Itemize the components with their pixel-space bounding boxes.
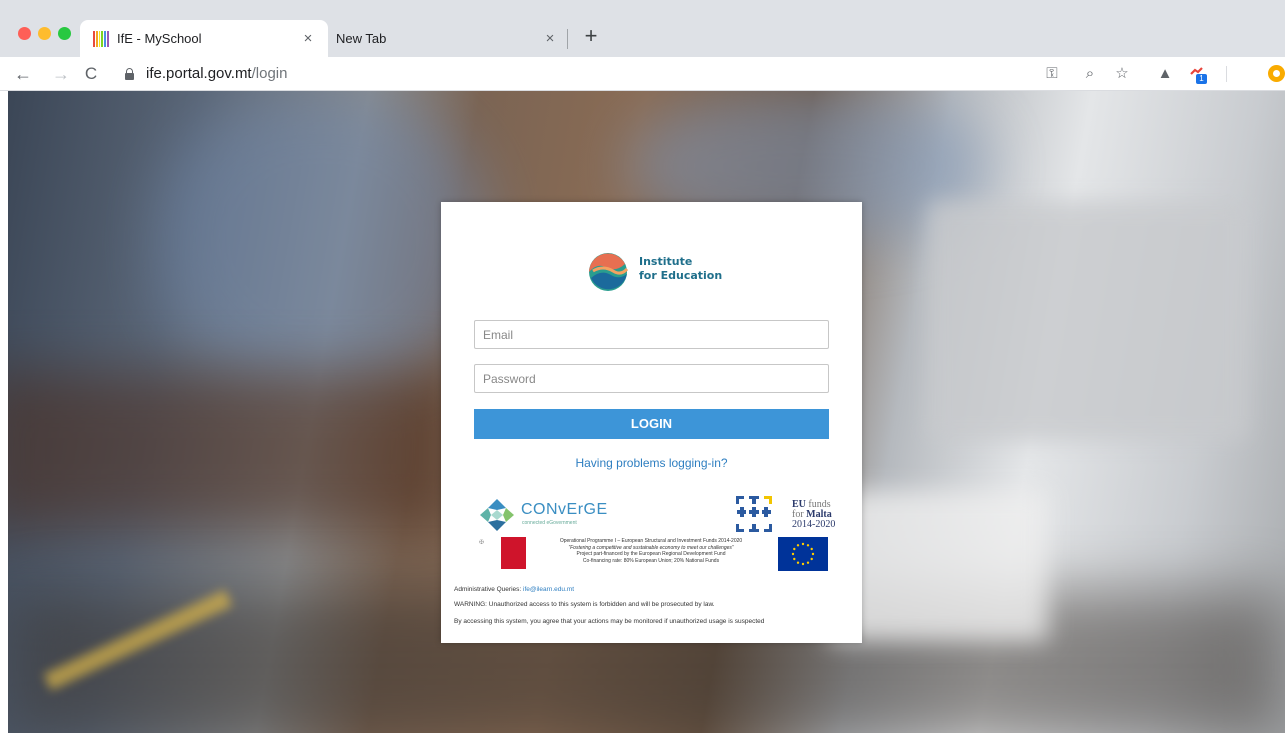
url-host: ife.portal.gov.mt	[146, 65, 252, 82]
admin-email-link[interactable]: ife@ilearn.edu.mt	[523, 586, 574, 593]
tab-new-tab[interactable]: New Tab ×	[330, 20, 570, 57]
login-button[interactable]: LOGIN	[474, 409, 829, 439]
admin-queries-label: Administrative Queries:	[454, 586, 523, 593]
ife-favicon-icon	[93, 30, 109, 47]
eu-flag	[778, 537, 828, 571]
login-help-link[interactable]: Having problems logging-in?	[441, 456, 862, 470]
extension-icon[interactable]: 1	[1188, 65, 1207, 84]
toolbar-divider	[1226, 66, 1227, 82]
converge-logo: CONvErGE connected eGovernment	[478, 497, 628, 533]
warning-text: WARNING: Unauthorized access to this sys…	[454, 601, 715, 608]
tab-title: IfE - MySchool	[117, 31, 202, 46]
converge-logo-icon	[480, 499, 514, 531]
browser-toolbar: ← → C ife.portal.gov.mt/login ⚿ ⌕ ☆ ▲ 1	[0, 57, 1285, 91]
monitoring-text: By accessing this system, you agree that…	[454, 618, 765, 625]
address-bar[interactable]: ife.portal.gov.mt/login	[113, 60, 1243, 88]
extension-badge: 1	[1196, 74, 1207, 84]
tab-divider	[567, 29, 568, 49]
logo-line-1: Institute	[639, 255, 693, 268]
maximize-window-button[interactable]	[58, 27, 71, 40]
malta-flag: ✠	[476, 537, 526, 569]
new-tab-button[interactable]: +	[580, 25, 602, 47]
institute-logo-text: Institute for Education	[639, 255, 722, 283]
op-line-1: Operational Programme I – European Struc…	[559, 538, 743, 544]
tab-strip: IfE - MySchool × New Tab × +	[0, 0, 1285, 57]
institute-logo: Institute for Education	[587, 248, 722, 293]
email-field[interactable]	[474, 320, 829, 349]
url-path: /login	[251, 65, 288, 82]
zoom-icon[interactable]: ⌕	[1081, 65, 1099, 83]
tab-close-icon[interactable]: ×	[540, 30, 560, 47]
converge-subtitle: connected eGovernment	[522, 520, 577, 526]
institute-logo-icon	[589, 253, 629, 291]
converge-name: CONvErGE	[521, 501, 608, 518]
operational-programme-text: Operational Programme I – European Struc…	[531, 538, 771, 564]
admin-queries: Administrative Queries: ife@ilearn.edu.m…	[454, 586, 574, 593]
star-icon[interactable]: ☆	[1113, 65, 1131, 83]
key-icon[interactable]: ⚿	[1043, 65, 1061, 83]
tab-close-icon[interactable]: ×	[298, 30, 318, 47]
eu-funds-grid-icon	[736, 496, 772, 532]
close-window-button[interactable]	[18, 27, 31, 40]
tab-title: New Tab	[336, 31, 387, 46]
op-line-4: Co-financing rate: 80% European Union; 2…	[582, 557, 720, 564]
back-arrow-icon[interactable]: ←	[12, 63, 34, 85]
url-text[interactable]: ife.portal.gov.mt/login	[146, 65, 287, 82]
password-field[interactable]	[474, 364, 829, 393]
drive-icon[interactable]: ▲	[1156, 65, 1174, 83]
tab-ife-myschool[interactable]: IfE - MySchool ×	[80, 20, 328, 57]
login-card: Institute for Education LOGIN Having pro…	[441, 202, 862, 643]
eu-funds-years: 2014-2020	[792, 519, 836, 530]
reload-icon[interactable]: C	[80, 63, 102, 85]
logo-line-2: for Education	[639, 269, 723, 282]
profile-icon[interactable]	[1268, 65, 1285, 82]
forward-arrow-icon[interactable]: →	[50, 63, 72, 85]
eu-funds-text: EU funds for Malta 2014-2020	[792, 500, 835, 530]
george-cross-icon: ✠	[479, 540, 485, 546]
minimize-window-button[interactable]	[38, 27, 51, 40]
eu-funds-malta-logo: EU funds for Malta 2014-2020	[735, 494, 835, 536]
lock-icon[interactable]	[125, 68, 134, 80]
